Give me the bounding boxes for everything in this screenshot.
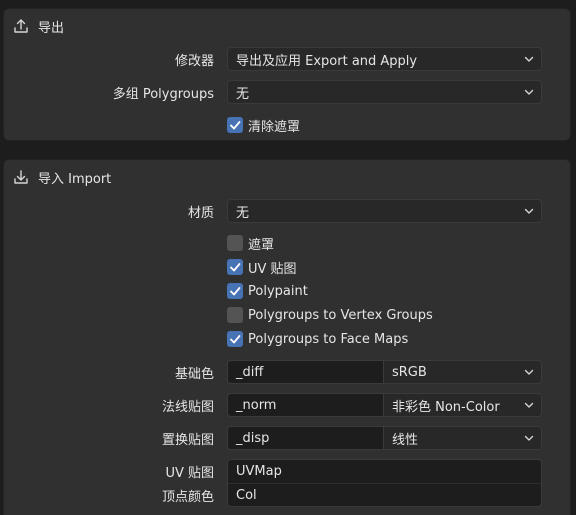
modifier-dropdown[interactable]: 导出及应用 Export and Apply — [227, 47, 542, 71]
import-panel: 导入 Import 材质 无 遮罩 UV 贴图 Polypaint Polygr… — [3, 159, 571, 515]
polygroups-row: 多组 Polygroups 无 — [4, 80, 570, 104]
base-color-suffix-input[interactable]: _diff — [228, 361, 384, 383]
checkbox-checked-icon[interactable] — [227, 259, 243, 275]
import-icon — [12, 168, 30, 186]
chevron-down-icon — [522, 365, 536, 379]
root: 导出 修改器 导出及应用 Export and Apply 多组 Polygro… — [0, 0, 576, 515]
displacement-map-row: 置换贴图 _disp 线性 — [4, 426, 570, 450]
export-panel-header[interactable]: 导出 — [4, 9, 570, 43]
checkbox-checked-icon[interactable] — [227, 331, 243, 347]
uv-map-checkbox[interactable]: UV 贴图 — [227, 257, 297, 277]
chevron-down-icon — [522, 204, 536, 218]
chevron-down-icon — [522, 52, 536, 66]
uv-map-label: UV 贴图 — [248, 261, 297, 277]
export-title: 导出 — [38, 20, 65, 36]
material-dropdown[interactable]: 无 — [227, 199, 542, 223]
checkbox-checked-icon[interactable] — [227, 283, 243, 299]
import-title: 导入 Import — [38, 171, 112, 187]
uv-vertex-color-fields: UVMap Col — [227, 459, 542, 507]
chevron-down-icon — [522, 85, 536, 99]
base-color-field: _diff sRGB — [227, 360, 542, 384]
normal-map-suffix-input[interactable]: _norm — [228, 394, 384, 416]
base-color-space-dropdown[interactable]: sRGB — [384, 361, 541, 383]
mask-label: 遮罩 — [248, 237, 275, 253]
chevron-down-icon — [522, 398, 536, 412]
clear-mask-checkbox[interactable]: 清除遮罩 — [227, 115, 300, 135]
polypaint-checkbox[interactable]: Polypaint — [227, 281, 308, 301]
export-panel: 导出 修改器 导出及应用 Export and Apply 多组 Polygro… — [3, 8, 571, 141]
polygroups-label: 多组 Polygroups — [112, 86, 214, 102]
normal-map-label: 法线贴图 — [161, 399, 214, 415]
polygroups-dropdown[interactable]: 无 — [227, 80, 542, 104]
mask-checkbox[interactable]: 遮罩 — [227, 233, 274, 253]
displacement-map-field: _disp 线性 — [227, 426, 542, 450]
normal-map-space-value: 非彩色 Non-Color — [392, 399, 500, 415]
checkbox-unchecked-icon[interactable] — [227, 235, 243, 251]
clear-mask-label: 清除遮罩 — [248, 119, 301, 135]
chevron-down-icon — [522, 431, 536, 445]
normal-map-row: 法线贴图 _norm 非彩色 Non-Color — [4, 393, 570, 417]
base-color-label: 基础色 — [174, 366, 214, 382]
uv-map-name-label: UV 贴图 — [165, 465, 214, 481]
normal-map-space-dropdown[interactable]: 非彩色 Non-Color — [384, 394, 541, 416]
modifier-value: 导出及应用 Export and Apply — [236, 53, 418, 69]
polygroups-vertex-groups-checkbox[interactable]: Polygroups to Vertex Groups — [227, 305, 433, 325]
polypaint-label: Polypaint — [248, 283, 308, 299]
base-color-row: 基础色 _diff sRGB — [4, 360, 570, 384]
vertex-color-input[interactable]: Col — [228, 483, 541, 506]
base-color-space-value: sRGB — [392, 364, 427, 380]
import-panel-header[interactable]: 导入 Import — [4, 160, 570, 194]
material-label: 材质 — [187, 205, 214, 221]
polygroups-vertex-groups-label: Polygroups to Vertex Groups — [248, 307, 433, 323]
modifier-row: 修改器 导出及应用 Export and Apply — [4, 47, 570, 71]
material-value: 无 — [236, 205, 250, 221]
polygroups-face-maps-checkbox[interactable]: Polygroups to Face Maps — [227, 329, 408, 349]
displacement-map-space-dropdown[interactable]: 线性 — [384, 427, 541, 449]
polygroups-face-maps-label: Polygroups to Face Maps — [248, 331, 409, 347]
material-row: 材质 无 — [4, 199, 570, 223]
displacement-map-label: 置换贴图 — [161, 432, 214, 448]
polygroups-value: 无 — [236, 86, 250, 102]
modifier-label: 修改器 — [174, 53, 214, 69]
checkbox-checked-icon[interactable] — [227, 117, 243, 133]
vertex-color-label: 顶点颜色 — [161, 489, 214, 505]
uv-map-name-input[interactable]: UVMap — [228, 460, 541, 483]
normal-map-field: _norm 非彩色 Non-Color — [227, 393, 542, 417]
displacement-map-space-value: 线性 — [392, 432, 419, 448]
displacement-map-suffix-input[interactable]: _disp — [228, 427, 384, 449]
export-icon — [12, 17, 30, 35]
checkbox-unchecked-icon[interactable] — [227, 307, 243, 323]
